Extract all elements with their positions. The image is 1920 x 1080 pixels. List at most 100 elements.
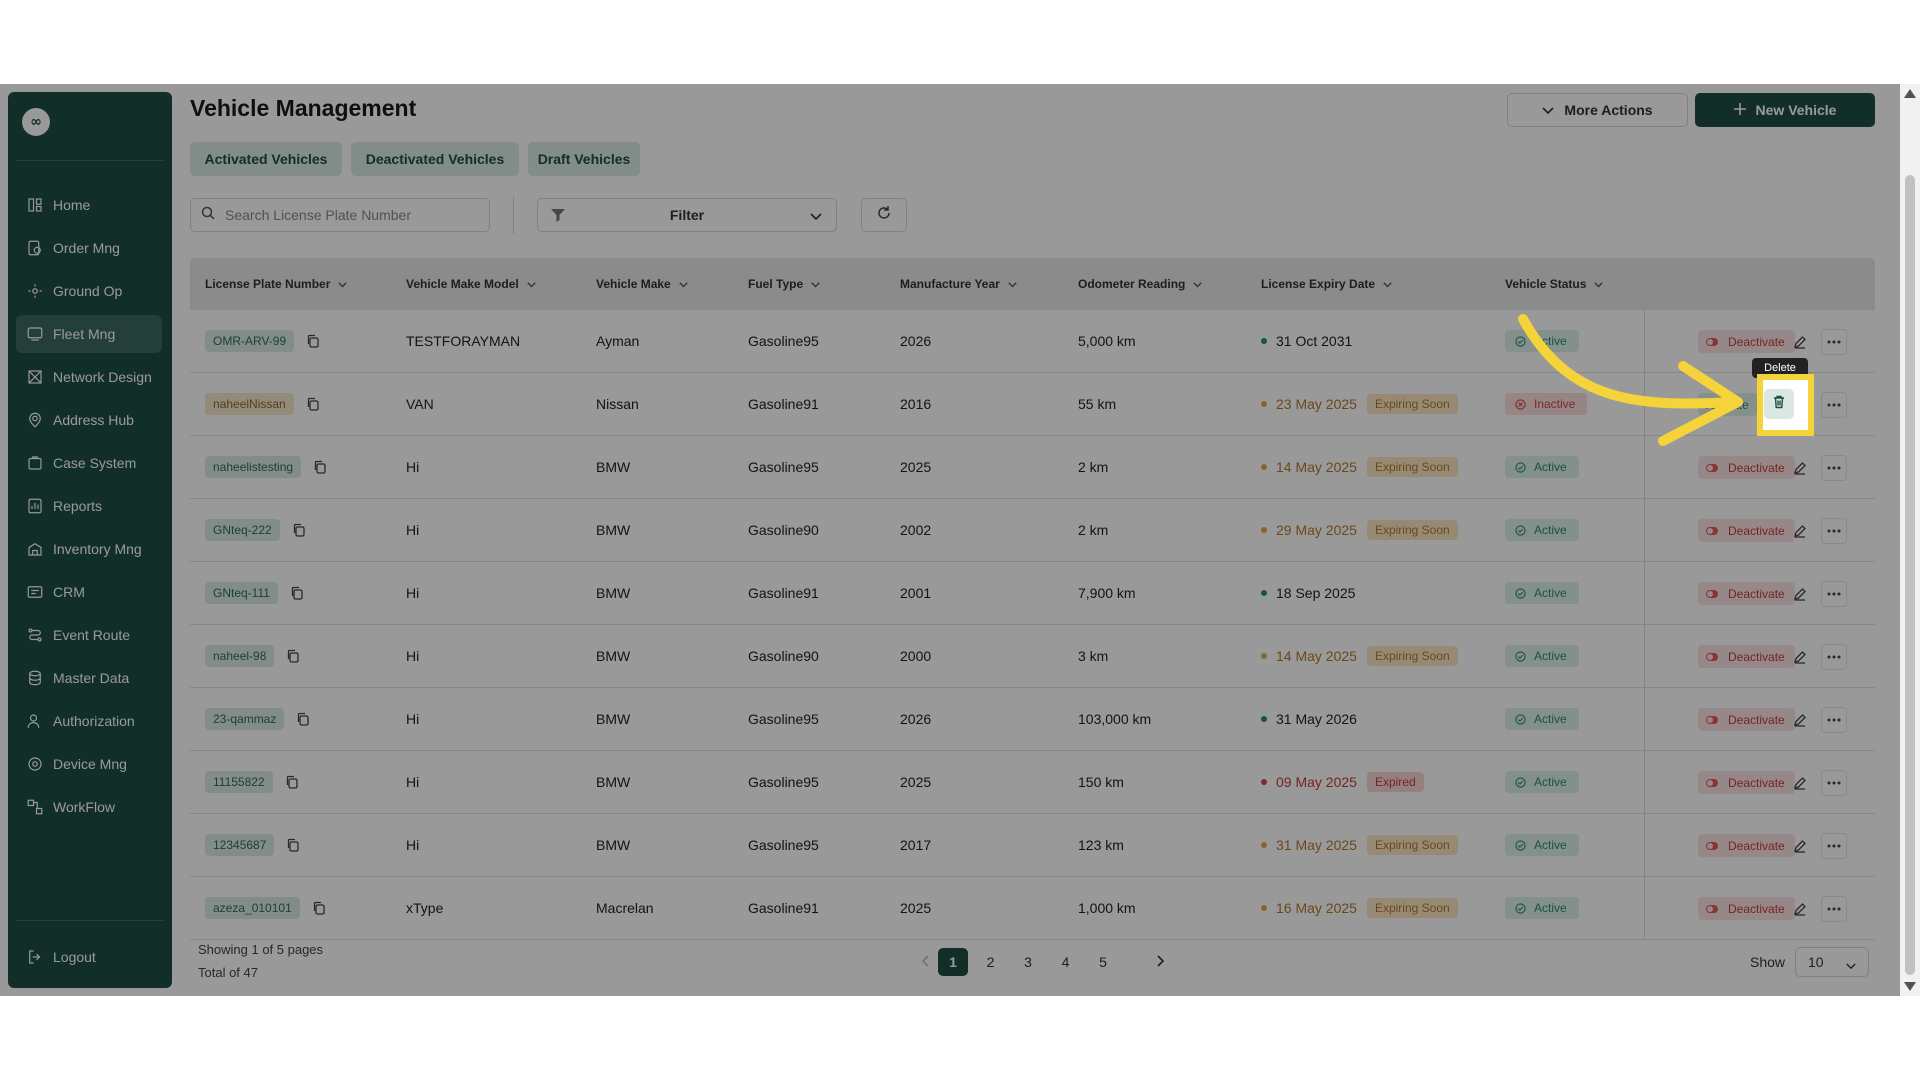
copy-icon[interactable] [290, 586, 304, 600]
deactivate-button[interactable]: Deactivate [1698, 708, 1795, 731]
more-options-button[interactable] [1821, 707, 1847, 733]
search-input[interactable] [225, 207, 465, 223]
deactivate-button[interactable]: Deactivate [1698, 834, 1795, 857]
page-size-select[interactable]: 10 [1795, 947, 1869, 977]
new-vehicle-button[interactable]: New Vehicle [1695, 93, 1875, 127]
table-row[interactable]: 23-qammaz Hi BMW Gasoline95 2026 103,000 km 31… [190, 688, 1875, 751]
edit-button[interactable] [1787, 833, 1813, 859]
copy-icon[interactable] [313, 460, 327, 474]
page-button[interactable]: 1 [938, 948, 968, 976]
page-button[interactable]: 2 [976, 948, 1006, 976]
table-row[interactable]: GNteq-111 Hi BMW Gasoline91 2001 7,900 km 18 S… [190, 562, 1875, 625]
table-row[interactable]: 11155822 Hi BMW Gasoline95 2025 150 km 09 May … [190, 751, 1875, 814]
sidebar-item-authorization[interactable]: Authorization [16, 702, 162, 740]
column-header[interactable]: Fuel Type [748, 258, 820, 310]
sidebar-item-crm[interactable]: CRM [16, 573, 162, 611]
table-row[interactable]: naheelistesting Hi BMW Gasoline95 2025 2 km 14… [190, 436, 1875, 499]
sidebar-item-event-route[interactable]: Event Route [16, 616, 162, 654]
column-header[interactable]: Vehicle Make [596, 258, 688, 310]
more-options-button[interactable] [1821, 392, 1847, 418]
page-button[interactable]: 5 [1088, 948, 1118, 976]
copy-icon[interactable] [285, 775, 299, 789]
edit-button[interactable] [1787, 518, 1813, 544]
copy-icon[interactable] [306, 397, 320, 411]
chevron-down-icon [1542, 102, 1554, 118]
next-page-button[interactable] [1145, 948, 1175, 976]
copy-icon[interactable] [312, 901, 326, 915]
column-header[interactable]: Odometer Reading [1078, 258, 1203, 310]
deactivate-button[interactable]: Deactivate [1698, 771, 1795, 794]
table-row[interactable]: azeza_010101 xType Macrelan Gasoline91 2025 1… [190, 877, 1875, 940]
sidebar-item-address-hub[interactable]: Address Hub [16, 401, 162, 439]
more-options-button[interactable] [1821, 455, 1847, 481]
sidebar-item-network-design[interactable]: Network Design [16, 358, 162, 396]
deactivate-button[interactable]: Deactivate [1698, 456, 1795, 479]
tab-activated-vehicles[interactable]: Activated Vehicles [190, 142, 342, 176]
copy-icon[interactable] [292, 523, 306, 537]
more-options-button[interactable] [1821, 644, 1847, 670]
edit-button[interactable] [1787, 707, 1813, 733]
more-actions-button[interactable]: More Actions [1507, 93, 1688, 127]
page-button[interactable]: 4 [1051, 948, 1081, 976]
more-options-button[interactable] [1821, 770, 1847, 796]
column-header[interactable]: Vehicle Status [1505, 258, 1604, 310]
deactivate-button[interactable]: Deactivate [1698, 330, 1795, 353]
prev-page-button[interactable] [911, 948, 941, 976]
tab-draft-vehicles[interactable]: Draft Vehicles [528, 142, 640, 176]
sidebar-item-fleet-mng[interactable]: Fleet Mng [16, 315, 162, 353]
deactivate-button[interactable]: Deactivate [1698, 582, 1795, 605]
copy-icon[interactable] [296, 712, 310, 726]
table-row[interactable]: naheelNissan VAN Nissan Gasoline91 2016 55 km… [190, 373, 1875, 436]
copy-icon[interactable] [286, 838, 300, 852]
filter-dropdown[interactable]: Filter [537, 198, 837, 232]
table-row[interactable]: 12345687 Hi BMW Gasoline95 2017 123 km 31 May … [190, 814, 1875, 877]
sidebar-item-reports[interactable]: Reports [16, 487, 162, 525]
column-header[interactable]: Manufacture Year [900, 258, 1017, 310]
tab-deactivated-vehicles[interactable]: Deactivated Vehicles [351, 142, 519, 176]
edit-button[interactable] [1787, 770, 1813, 796]
sidebar-item-master-data[interactable]: Master Data [16, 659, 162, 697]
deactivate-button[interactable]: Deactivate [1698, 897, 1795, 920]
sidebar-item-case-system[interactable]: Case System [16, 444, 162, 482]
sidebar-item-ground-op[interactable]: Ground Op [16, 272, 162, 310]
sidebar-item-device-mng[interactable]: Device Mng [16, 745, 162, 783]
vertical-scrollbar[interactable] [1900, 84, 1920, 996]
sidebar-item-workflow[interactable]: WorkFlow [16, 788, 162, 826]
more-options-button[interactable] [1821, 833, 1847, 859]
more-options-button[interactable] [1821, 329, 1847, 355]
column-header[interactable]: License Plate Number [205, 258, 348, 310]
delete-button[interactable] [1764, 389, 1794, 419]
logout-button[interactable]: Logout [16, 938, 162, 976]
deactivate-button[interactable]: Deactivate [1698, 645, 1795, 668]
activate-button[interactable]: Activate [1698, 393, 1757, 416]
table-row[interactable]: GNteq-222 Hi BMW Gasoline90 2002 2 km 29 May 2… [190, 499, 1875, 562]
scroll-thumb[interactable] [1905, 175, 1915, 975]
refresh-button[interactable] [861, 198, 907, 232]
edit-button[interactable] [1787, 329, 1813, 355]
edit-button[interactable] [1787, 644, 1813, 670]
edit-button[interactable] [1787, 581, 1813, 607]
sort-chevron-icon [678, 277, 688, 291]
scroll-down-arrow-icon[interactable] [1904, 982, 1916, 991]
column-header[interactable]: License Expiry Date [1261, 258, 1392, 310]
page-button[interactable]: 3 [1013, 948, 1043, 976]
sidebar-item-inventory-mng[interactable]: Inventory Mng [16, 530, 162, 568]
more-options-button[interactable] [1821, 581, 1847, 607]
logo[interactable]: ∞ [22, 108, 50, 136]
deactivate-button[interactable]: Deactivate [1698, 519, 1795, 542]
sidebar-item-label: WorkFlow [53, 799, 115, 815]
edit-button[interactable] [1787, 896, 1813, 922]
copy-icon[interactable] [306, 334, 320, 348]
table-row[interactable]: naheel-98 Hi BMW Gasoline90 2000 3 km 14 May 2… [190, 625, 1875, 688]
column-header[interactable]: Vehicle Make Model [406, 258, 536, 310]
more-options-button[interactable] [1821, 518, 1847, 544]
sidebar-item-home[interactable]: Home [16, 186, 162, 224]
sidebar-item-order-mng[interactable]: Order Mng [16, 229, 162, 267]
sidebar-divider [16, 160, 164, 161]
copy-icon[interactable] [286, 649, 300, 663]
table-row[interactable]: OMR-ARV-99 TESTFORAYMAN Ayman Gasoline95 202… [190, 310, 1875, 373]
check-circle-icon [1515, 902, 1526, 914]
edit-button[interactable] [1787, 455, 1813, 481]
scroll-up-arrow-icon[interactable] [1904, 89, 1916, 98]
more-options-button[interactable] [1821, 896, 1847, 922]
